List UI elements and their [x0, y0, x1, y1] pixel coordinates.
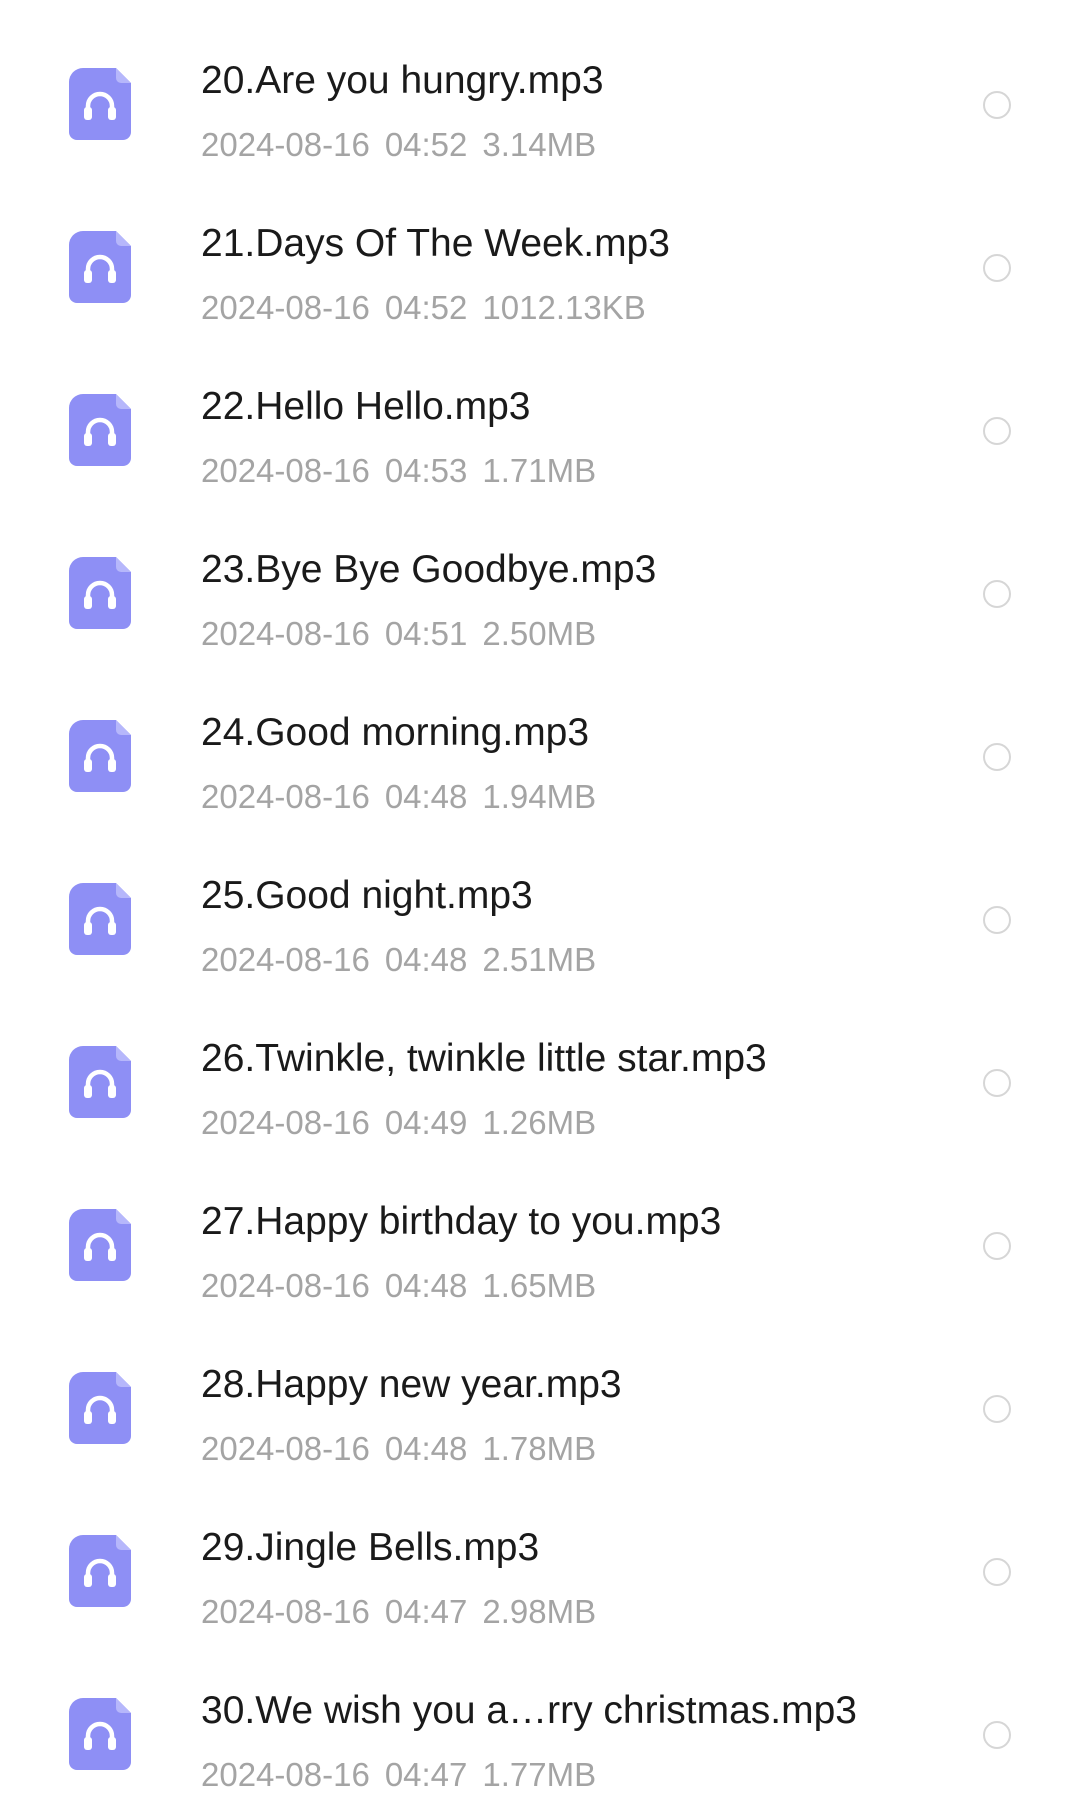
select-radio-button[interactable]	[983, 1558, 1011, 1586]
headphones-audio-file-icon	[69, 1698, 131, 1770]
file-size: 2.51MB	[482, 941, 597, 978]
file-name: 22.Hello Hello.mp3	[201, 385, 531, 428]
headphones-audio-file-icon	[69, 720, 131, 792]
file-date: 2024-08-16	[201, 941, 370, 978]
file-size: 1.77MB	[482, 1756, 597, 1793]
select-radio-button[interactable]	[983, 906, 1011, 934]
file-meta: 2024-08-16 04:48 1.94MB	[201, 777, 596, 817]
file-name: 30.We wish you a…rry christmas.mp3	[201, 1689, 857, 1732]
file-name: 23.Bye Bye Goodbye.mp3	[201, 548, 657, 591]
headphones-audio-file-icon	[69, 1046, 131, 1118]
select-radio-button[interactable]	[983, 743, 1011, 771]
file-name: 26.Twinkle, twinkle little star.mp3	[201, 1037, 767, 1080]
file-meta: 2024-08-16 04:52 1012.13KB	[201, 288, 646, 328]
file-time: 04:48	[384, 1267, 468, 1304]
select-radio-button[interactable]	[983, 1721, 1011, 1749]
file-time: 04:48	[384, 778, 468, 815]
file-date: 2024-08-16	[201, 1756, 370, 1793]
file-name: 28.Happy new year.mp3	[201, 1363, 622, 1406]
file-time: 04:53	[384, 452, 468, 489]
file-meta: 2024-08-16 04:48 1.78MB	[201, 1429, 596, 1469]
select-radio-button[interactable]	[983, 91, 1011, 119]
file-meta: 2024-08-16 04:49 1.26MB	[201, 1103, 596, 1143]
file-name: 27.Happy birthday to you.mp3	[201, 1200, 722, 1243]
file-size: 1.26MB	[482, 1104, 597, 1141]
headphones-audio-file-icon	[69, 68, 131, 140]
file-meta: 2024-08-16 04:47 2.98MB	[201, 1592, 596, 1632]
file-time: 04:52	[384, 126, 468, 163]
file-meta: 2024-08-16 04:52 3.14MB	[201, 125, 596, 165]
file-row[interactable]: 26.Twinkle, twinkle little star.mp3 2024…	[0, 990, 1080, 1153]
file-row[interactable]: 24.Good morning.mp3 2024-08-16 04:48 1.94M…	[0, 664, 1080, 827]
file-row[interactable]: 28.Happy new year.mp3 2024-08-16 04:48 1.7…	[0, 1316, 1080, 1479]
file-row[interactable]: 29.Jingle Bells.mp3 2024-08-16 04:47 2.98M…	[0, 1479, 1080, 1642]
file-date: 2024-08-16	[201, 778, 370, 815]
file-name: 25.Good night.mp3	[201, 874, 533, 917]
file-size: 1.78MB	[482, 1430, 597, 1467]
file-date: 2024-08-16	[201, 1430, 370, 1467]
file-row[interactable]: 27.Happy birthday to you.mp3 2024-08-16 0…	[0, 1153, 1080, 1316]
file-meta: 2024-08-16 04:48 1.65MB	[201, 1266, 596, 1306]
file-meta: 2024-08-16 04:53 1.71MB	[201, 451, 596, 491]
file-date: 2024-08-16	[201, 289, 370, 326]
headphones-audio-file-icon	[69, 1372, 131, 1444]
file-size: 1012.13KB	[482, 289, 646, 326]
file-row[interactable]: 30.We wish you a…rry christmas.mp3 2024-…	[0, 1642, 1080, 1805]
file-name: 29.Jingle Bells.mp3	[201, 1526, 540, 1569]
select-radio-button[interactable]	[983, 1395, 1011, 1423]
select-radio-button[interactable]	[983, 254, 1011, 282]
file-name: 21.Days Of The Week.mp3	[201, 222, 670, 265]
file-time: 04:48	[384, 941, 468, 978]
file-size: 1.71MB	[482, 452, 597, 489]
select-radio-button[interactable]	[983, 1069, 1011, 1097]
file-list: 20.Are you hungry.mp3 2024-08-16 04:52 3.1…	[0, 0, 1080, 1815]
file-size: 2.98MB	[482, 1593, 597, 1630]
headphones-audio-file-icon	[69, 231, 131, 303]
file-row[interactable]: 22.Hello Hello.mp3 2024-08-16 04:53 1.71MB	[0, 338, 1080, 501]
file-size: 2.50MB	[482, 615, 597, 652]
file-meta: 2024-08-16 04:47 1.77MB	[201, 1755, 596, 1795]
headphones-audio-file-icon	[69, 1209, 131, 1281]
file-name: 24.Good morning.mp3	[201, 711, 590, 754]
headphones-audio-file-icon	[69, 1535, 131, 1607]
file-time: 04:48	[384, 1430, 468, 1467]
select-radio-button[interactable]	[983, 580, 1011, 608]
file-size: 1.94MB	[482, 778, 597, 815]
file-date: 2024-08-16	[201, 615, 370, 652]
headphones-audio-file-icon	[69, 883, 131, 955]
file-time: 04:51	[384, 615, 468, 652]
file-name: 20.Are you hungry.mp3	[201, 59, 604, 102]
select-radio-button[interactable]	[983, 417, 1011, 445]
file-date: 2024-08-16	[201, 1104, 370, 1141]
file-row[interactable]: 21.Days Of The Week.mp3 2024-08-16 04:52 1…	[0, 175, 1080, 338]
file-time: 04:52	[384, 289, 468, 326]
file-size: 3.14MB	[482, 126, 597, 163]
file-size: 1.65MB	[482, 1267, 597, 1304]
file-date: 2024-08-16	[201, 1593, 370, 1630]
file-date: 2024-08-16	[201, 1267, 370, 1304]
file-date: 2024-08-16	[201, 126, 370, 163]
headphones-audio-file-icon	[69, 394, 131, 466]
file-row[interactable]: 23.Bye Bye Goodbye.mp3 2024-08-16 04:51 2.…	[0, 501, 1080, 664]
file-row[interactable]: 20.Are you hungry.mp3 2024-08-16 04:52 3.1…	[0, 12, 1080, 175]
file-row[interactable]: 25.Good night.mp3 2024-08-16 04:48 2.51MB	[0, 827, 1080, 990]
file-time: 04:47	[384, 1593, 468, 1630]
file-meta: 2024-08-16 04:51 2.50MB	[201, 614, 596, 654]
headphones-audio-file-icon	[69, 557, 131, 629]
select-radio-button[interactable]	[983, 1232, 1011, 1260]
file-time: 04:49	[384, 1104, 468, 1141]
file-time: 04:47	[384, 1756, 468, 1793]
file-meta: 2024-08-16 04:48 2.51MB	[201, 940, 596, 980]
file-date: 2024-08-16	[201, 452, 370, 489]
